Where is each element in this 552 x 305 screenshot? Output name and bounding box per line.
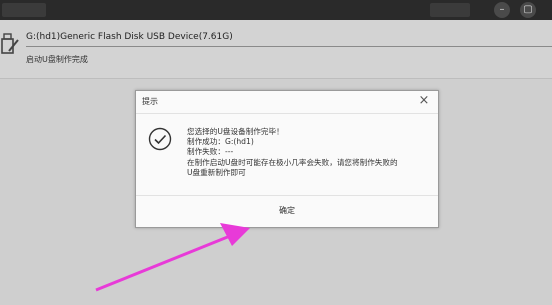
message-line: 在制作启动U盘时可能存在极小几率会失败，请您将制作失败的 <box>187 157 398 167</box>
dialog-message: 您选择的U盘设备制作完毕！ 制作成功：G:(hd1) 制作失败：--- 在制作启… <box>187 127 427 178</box>
message-line: U盘重新制作即可 <box>187 167 246 177</box>
device-row[interactable]: G:(hd1)Generic Flash Disk USB Device(7.6… <box>0 20 552 79</box>
device-status: 启动U盘制作完成 <box>26 55 88 64</box>
toolbar-tab[interactable] <box>2 3 46 17</box>
minimize-icon[interactable]: – <box>494 2 510 18</box>
checkmark-circle-icon <box>148 127 172 151</box>
message-line: 您选择的U盘设备制作完毕！ <box>187 127 284 136</box>
toolbar-tab[interactable] <box>430 3 470 17</box>
message-line: 制作失败：--- <box>187 147 234 157</box>
top-toolbar: – ▢ <box>0 0 552 20</box>
device-name: G:(hd1)Generic Flash Disk USB Device(7.6… <box>26 32 233 42</box>
close-icon[interactable]: × <box>416 93 432 109</box>
message-line: 制作成功：G:(hd1) <box>187 137 254 147</box>
prompt-dialog: 提示 × 您选择的U盘设备制作完毕！ 制作成功：G:(hd1) 制作失败：---… <box>135 90 439 228</box>
window-icon[interactable]: ▢ <box>520 2 536 18</box>
dialog-footer: 确定 <box>136 195 438 227</box>
dialog-title: 提示 <box>142 97 158 106</box>
usb-drive-icon <box>1 33 19 54</box>
dialog-header: 提示 × <box>136 91 438 114</box>
ok-button[interactable]: 确定 <box>257 204 317 218</box>
device-divider <box>26 46 552 47</box>
